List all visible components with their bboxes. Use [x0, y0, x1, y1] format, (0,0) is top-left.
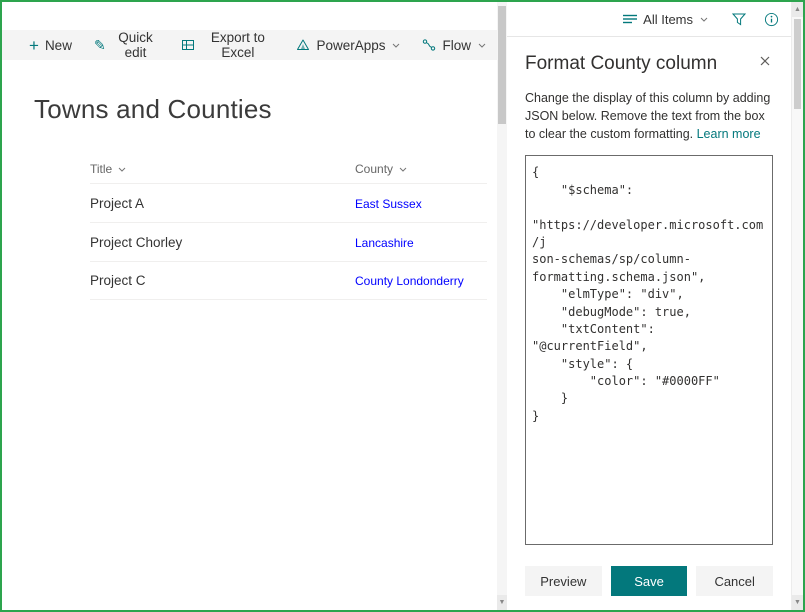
- json-editor[interactable]: { "$schema": "https://developer.microsof…: [525, 155, 773, 546]
- chevron-down-icon: [399, 167, 407, 172]
- pencil-icon: ✎: [93, 37, 106, 53]
- table-row[interactable]: Project A East Sussex: [90, 183, 487, 222]
- command-bar: + New ✎ Quick edit Export to Excel Power…: [2, 30, 497, 60]
- format-column-panel: Format County column Change the display …: [507, 36, 791, 610]
- close-icon: [760, 56, 770, 66]
- view-selector-label: All Items: [643, 11, 693, 27]
- table-header-row: Title County: [90, 155, 487, 183]
- county-link[interactable]: County Londonderry: [355, 274, 464, 288]
- vertical-scrollbar-right[interactable]: ▲ ▼: [791, 2, 803, 610]
- right-region: All Items Format County column Change th…: [507, 2, 803, 610]
- quick-edit-button[interactable]: ✎ Quick edit: [83, 30, 170, 60]
- column-header-county[interactable]: County: [355, 162, 487, 176]
- flow-label: Flow: [442, 37, 471, 53]
- new-button-label: New: [44, 37, 72, 53]
- flow-icon: [422, 38, 436, 52]
- county-link[interactable]: Lancashire: [355, 236, 414, 250]
- column-header-title[interactable]: Title: [90, 162, 355, 176]
- scrollbar-thumb[interactable]: [794, 19, 801, 109]
- table-row[interactable]: Project Chorley Lancashire: [90, 222, 487, 261]
- info-button[interactable]: [764, 12, 779, 27]
- panel-region: All Items Format County column Change th…: [507, 2, 791, 610]
- new-button[interactable]: + New: [18, 30, 83, 60]
- scroll-up-arrow-icon[interactable]: ▲: [792, 2, 803, 17]
- powerapps-icon: [296, 38, 310, 52]
- list-view-icon: [623, 13, 638, 25]
- table-row[interactable]: Project C County Londonderry: [90, 261, 487, 300]
- save-button[interactable]: Save: [610, 566, 688, 596]
- county-cell: County Londonderry: [355, 273, 487, 288]
- chevron-down-icon: [392, 43, 400, 48]
- view-bar: All Items: [507, 2, 791, 36]
- list-content: Towns and Counties Title County Project …: [2, 60, 497, 610]
- flow-button[interactable]: Flow: [411, 30, 497, 60]
- page-title: Towns and Counties: [34, 94, 272, 124]
- quick-edit-label: Quick edit: [118, 30, 153, 60]
- powerapps-button[interactable]: PowerApps: [285, 30, 411, 60]
- scroll-down-arrow-icon[interactable]: ▼: [497, 595, 507, 610]
- county-cell: Lancashire: [355, 235, 487, 250]
- title-cell: Project Chorley: [90, 234, 183, 250]
- chevron-down-icon: [700, 17, 708, 22]
- title-cell: Project C: [90, 273, 146, 288]
- list-table: Title County Project A East Sussex Proje…: [90, 155, 487, 300]
- funnel-icon: [732, 13, 746, 26]
- close-button[interactable]: [757, 53, 773, 69]
- excel-icon: [181, 38, 195, 52]
- panel-description: Change the display of this column by add…: [525, 89, 773, 143]
- scrollbar-thumb[interactable]: [498, 6, 506, 124]
- powerapps-label: PowerApps: [316, 37, 386, 53]
- learn-more-link[interactable]: Learn more: [697, 127, 761, 141]
- panel-title: Format County column: [525, 53, 718, 74]
- title-cell: Project A: [90, 195, 145, 211]
- scroll-down-arrow-icon[interactable]: ▼: [792, 595, 803, 610]
- cancel-button[interactable]: Cancel: [696, 566, 774, 596]
- preview-button[interactable]: Preview: [525, 566, 602, 596]
- county-link[interactable]: East Sussex: [355, 197, 422, 211]
- export-to-excel-label: Export to Excel: [210, 30, 265, 60]
- app-window: + New ✎ Quick edit Export to Excel Power…: [0, 0, 805, 612]
- panel-footer: Preview Save Cancel: [525, 554, 774, 596]
- chevron-down-icon: [118, 167, 126, 172]
- panel-header: Format County column: [525, 53, 773, 75]
- column-title-label: Title: [90, 162, 113, 176]
- info-icon: [764, 12, 779, 26]
- chevron-down-icon: [478, 43, 486, 48]
- view-selector[interactable]: All Items: [617, 11, 714, 28]
- filter-button[interactable]: [732, 13, 746, 26]
- export-to-excel-button[interactable]: Export to Excel: [170, 30, 285, 60]
- county-cell: East Sussex: [355, 196, 487, 211]
- list-area: + New ✎ Quick edit Export to Excel Power…: [2, 2, 497, 610]
- column-county-label: County: [355, 162, 394, 176]
- vertical-scrollbar-middle[interactable]: ▼: [497, 2, 507, 610]
- plus-icon: +: [29, 35, 39, 55]
- top-spacer: [2, 2, 497, 30]
